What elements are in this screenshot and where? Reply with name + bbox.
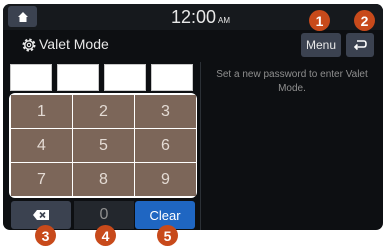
head-unit-screen: 12:00 AM Valet Mode Menu 1 2 3 4 5 6 7 8 … (3, 4, 383, 230)
key-4[interactable]: 4 (11, 129, 72, 162)
key-1[interactable]: 1 (11, 95, 72, 128)
back-arrow-icon (353, 40, 367, 51)
callout-4: 4 (95, 225, 116, 246)
back-button[interactable] (346, 33, 374, 57)
password-digit-4 (151, 64, 193, 91)
password-digit-2 (57, 64, 99, 91)
key-3[interactable]: 3 (135, 95, 196, 128)
home-icon (17, 11, 28, 22)
instruction-text: Set a new password to enter Valet Mode. (216, 69, 368, 94)
clock-ampm: AM (218, 16, 231, 25)
password-digit-3 (104, 64, 146, 91)
key-8[interactable]: 8 (73, 163, 134, 196)
home-button[interactable] (8, 6, 37, 27)
key-6[interactable]: 6 (135, 129, 196, 162)
page-title: Valet Mode (39, 36, 109, 52)
menu-button[interactable]: Menu (301, 33, 341, 57)
key-5[interactable]: 5 (73, 129, 134, 162)
key-2[interactable]: 2 (73, 95, 134, 128)
backspace-icon (33, 210, 49, 220)
number-keypad: 1 2 3 4 5 6 7 8 9 (9, 93, 197, 198)
password-digit-1 (10, 64, 52, 91)
key-7[interactable]: 7 (11, 163, 72, 196)
callout-2: 2 (354, 10, 375, 31)
key-9[interactable]: 9 (135, 163, 196, 196)
gear-icon (22, 38, 36, 52)
title-bar: Valet Mode Menu (3, 31, 383, 58)
panel-divider (200, 62, 201, 230)
callout-1: 1 (309, 10, 330, 31)
clock-time: 12:00 (171, 7, 217, 27)
callout-5: 5 (157, 225, 178, 246)
clock: 12:00 AM (171, 6, 230, 32)
callout-3: 3 (35, 225, 56, 246)
